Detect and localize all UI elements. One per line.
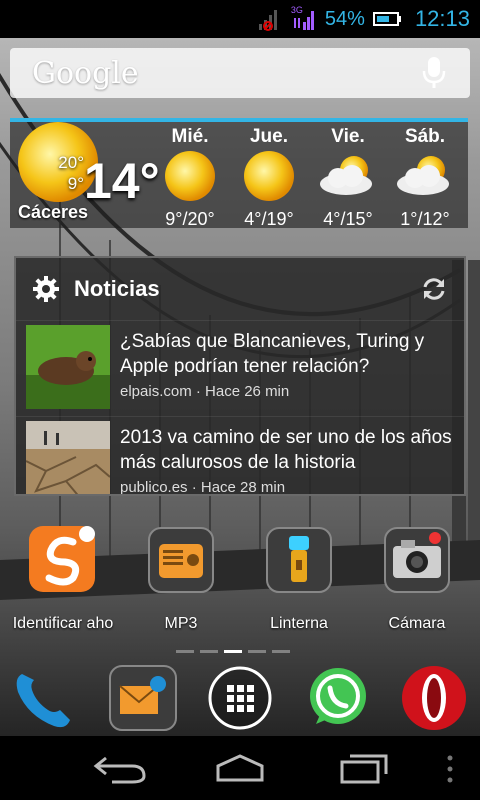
- signal-icon: [258, 10, 277, 31]
- clock: 12:13: [414, 6, 470, 31]
- forecast-day-name: Vie.: [331, 126, 365, 147]
- weather-city: Cáceres: [18, 202, 89, 222]
- page-dot: [176, 650, 194, 653]
- whatsapp-icon[interactable]: [302, 664, 374, 732]
- radio-icon: [148, 527, 214, 593]
- news-header: Noticias: [16, 258, 464, 320]
- back-icon[interactable]: [92, 752, 148, 784]
- sun-icon: [165, 151, 215, 201]
- forecast-day-name: Sáb.: [404, 126, 446, 147]
- weather-high-low: 20° 9°: [44, 152, 84, 194]
- microphone-icon[interactable]: [420, 56, 448, 90]
- app-label: MP3: [164, 615, 198, 632]
- forecast-day: Jue. 4°/19°: [229, 126, 309, 230]
- camera-icon: [384, 527, 450, 593]
- news-title: Noticias: [74, 276, 160, 301]
- forecast-day-name: Jue.: [249, 126, 289, 147]
- app-linterna[interactable]: Linterna: [240, 524, 358, 633]
- app-drawer-icon[interactable]: [204, 664, 276, 732]
- news-item[interactable]: 2013 va camino de ser uno de los años má…: [16, 416, 464, 496]
- forecast-range: 4°/15°: [323, 209, 373, 229]
- news-item[interactable]: ¿Sabías que Blancanieves, Turing y Apple…: [16, 320, 464, 416]
- forecast-range: 1°/12°: [400, 209, 450, 229]
- recent-apps-icon[interactable]: [336, 752, 392, 784]
- news-headline: 2013 va camino de ser uno de los años má…: [120, 427, 452, 473]
- app-mp3[interactable]: MP3: [122, 524, 240, 633]
- sun-icon: [244, 151, 294, 201]
- app-label: Cámara: [388, 615, 446, 632]
- forecast-day: Mié. 9°/20°: [150, 126, 230, 230]
- weather-low: 9°: [67, 174, 84, 193]
- partly-cloudy-icon: [320, 156, 372, 195]
- battery-percent: 54%: [324, 7, 365, 30]
- weather-high: 20°: [58, 153, 84, 172]
- app-camara[interactable]: Cámara: [358, 524, 476, 633]
- forecast-day: Vie. 4°/15°: [308, 126, 388, 230]
- news-thumbnail: [26, 325, 110, 409]
- news-thumbnail: [26, 421, 110, 494]
- home-icon[interactable]: [212, 752, 268, 784]
- page-dot-active: [224, 650, 242, 653]
- menu-dots-icon[interactable]: [444, 754, 456, 784]
- navigation-bar: [0, 736, 480, 800]
- forecast-day: Sáb. 1°/12°: [385, 126, 465, 230]
- news-headline: ¿Sabías que Blancanieves, Turing y Apple…: [120, 331, 425, 377]
- news-meta: publico.es · Hace 28 min: [120, 479, 286, 496]
- refresh-icon[interactable]: [420, 275, 448, 303]
- news-widget: Noticias ¿Sabías que Blancanieves, Turin…: [14, 256, 466, 496]
- weather-widget[interactable]: 20° 9° 14° Cáceres Mié. 9°/20° Jue. 4°/1…: [10, 118, 468, 230]
- gear-icon[interactable]: [32, 275, 60, 303]
- page-indicator: [176, 650, 290, 653]
- app-soundhound[interactable]: Identificar aho: [4, 524, 122, 633]
- soundhound-icon: [29, 526, 95, 592]
- forecast-range: 9°/20°: [165, 209, 215, 229]
- app-label: Linterna: [270, 615, 328, 632]
- current-temperature: 14°: [84, 153, 160, 209]
- page-dot: [272, 650, 290, 653]
- partly-cloudy-icon: [397, 156, 449, 195]
- app-label: Identificar aho: [12, 615, 114, 632]
- phone-icon[interactable]: [8, 664, 80, 732]
- status-bar: 3G 54% 12:13: [0, 0, 480, 38]
- google-logo: Google: [32, 55, 139, 91]
- opera-icon[interactable]: [398, 664, 470, 732]
- page-dot: [248, 650, 266, 653]
- google-search-bar[interactable]: Google: [10, 48, 470, 98]
- email-icon[interactable]: [108, 664, 180, 732]
- forecast-day-name: Mié.: [171, 126, 209, 147]
- news-meta: elpais.com · Hace 26 min: [120, 383, 290, 400]
- forecast-range: 4°/19°: [244, 209, 294, 229]
- battery-icon: [372, 12, 401, 26]
- page-dot: [200, 650, 218, 653]
- data-signal-icon: 3G: [291, 6, 317, 32]
- flashlight-icon: [266, 527, 332, 593]
